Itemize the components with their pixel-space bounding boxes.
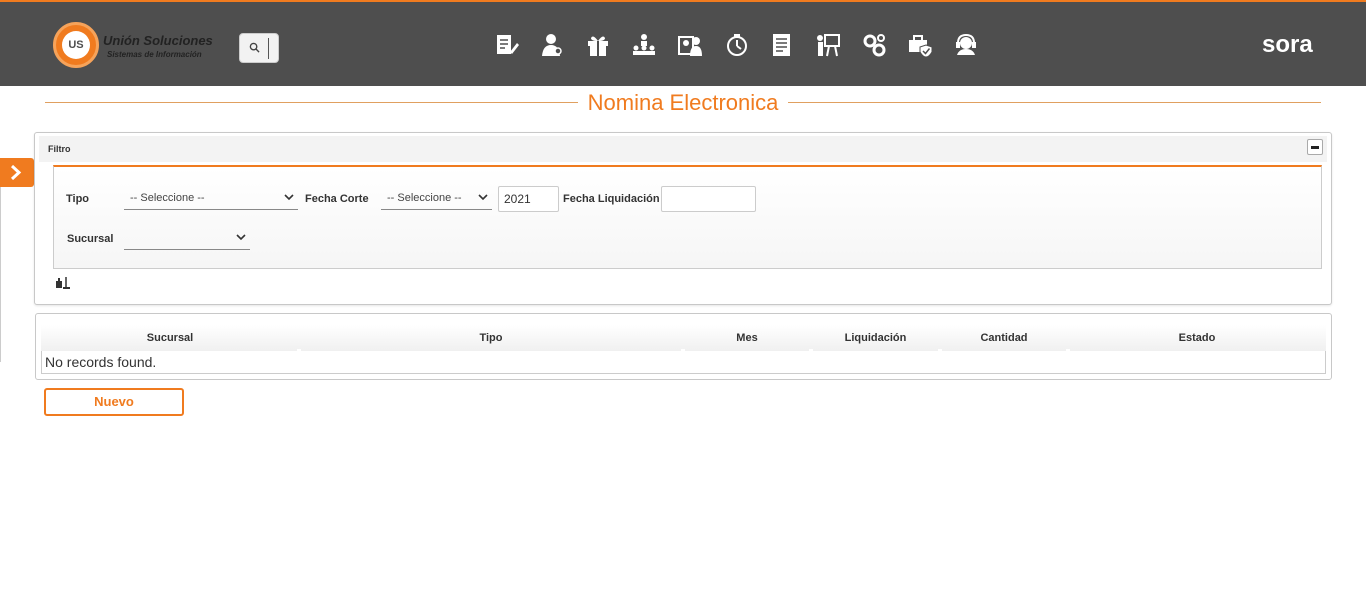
sidebar-edge bbox=[0, 187, 1, 362]
clear-filter-icon[interactable] bbox=[55, 275, 71, 291]
column-header-estado[interactable]: Estado bbox=[1068, 325, 1326, 351]
org-chart-icon[interactable] bbox=[631, 32, 657, 58]
tipo-label: Tipo bbox=[66, 193, 90, 205]
brand-name: sora bbox=[1262, 32, 1313, 58]
tipo-select-value: -- Seleccione -- bbox=[130, 192, 205, 204]
collapse-button[interactable] bbox=[1307, 139, 1323, 155]
logo-tagline: Sistemas de Información bbox=[107, 50, 202, 59]
logo-monogram: US bbox=[62, 31, 90, 59]
sora-brand-logo: sora bbox=[1262, 31, 1336, 58]
fecha-corte-label: Fecha Corte bbox=[305, 193, 369, 205]
report-icon[interactable] bbox=[769, 32, 795, 58]
page-title-bar: Nomina Electronica bbox=[45, 90, 1321, 116]
filter-panel-title: Filtro bbox=[48, 144, 71, 154]
column-header-mes[interactable]: Mes bbox=[683, 325, 811, 351]
search-button[interactable] bbox=[239, 33, 279, 63]
column-header-tipo[interactable]: Tipo bbox=[299, 325, 683, 351]
fecha-liquidacion-input[interactable] bbox=[661, 186, 756, 212]
column-header-cantidad[interactable]: Cantidad bbox=[940, 325, 1068, 351]
id-card-icon[interactable] bbox=[677, 32, 703, 58]
sucursal-label: Sucursal bbox=[67, 233, 114, 245]
medical-bag-icon[interactable] bbox=[907, 32, 933, 58]
settings-gears-icon[interactable] bbox=[861, 32, 887, 58]
gift-icon[interactable] bbox=[585, 32, 611, 58]
document-edit-icon[interactable] bbox=[493, 32, 519, 58]
empty-message: No records found. bbox=[45, 354, 157, 370]
union-soluciones-logo[interactable]: US Unión Soluciones Sistemas de Informac… bbox=[53, 22, 233, 70]
filter-panel: Filtro Tipo -- Seleccione -- Fecha Corte… bbox=[34, 132, 1332, 305]
table-row-empty: No records found. bbox=[41, 351, 1326, 374]
logo-name: Unión Soluciones bbox=[103, 33, 213, 48]
chevron-right-icon bbox=[10, 165, 22, 180]
year-input[interactable]: 2021 bbox=[498, 186, 559, 212]
column-header-liquidacion[interactable]: Liquidación bbox=[811, 325, 940, 351]
filter-panel-header: Filtro bbox=[39, 136, 1327, 162]
page-title: Nomina Electronica bbox=[587, 90, 779, 115]
sucursal-select[interactable] bbox=[124, 226, 250, 250]
chevron-down-icon bbox=[284, 194, 294, 201]
chevron-down-icon bbox=[478, 194, 488, 201]
tipo-select[interactable]: -- Seleccione -- bbox=[124, 186, 298, 210]
training-icon[interactable] bbox=[815, 32, 841, 58]
employee-icon[interactable] bbox=[539, 32, 565, 58]
search-icon bbox=[249, 42, 260, 53]
logo-circle: US bbox=[53, 22, 99, 68]
fecha-corte-select[interactable]: -- Seleccione -- bbox=[381, 186, 492, 210]
chevron-down-icon bbox=[236, 234, 246, 241]
timer-icon[interactable] bbox=[723, 32, 749, 58]
new-button[interactable]: Nuevo bbox=[44, 388, 184, 416]
search-caret bbox=[268, 38, 269, 59]
filter-form: Tipo -- Seleccione -- Fecha Corte -- Sel… bbox=[53, 165, 1322, 269]
top-navigation-bar: US Unión Soluciones Sistemas de Informac… bbox=[0, 0, 1366, 86]
column-header-sucursal[interactable]: Sucursal bbox=[41, 325, 299, 351]
nomina-table: Sucursal Tipo Mes Liquidación Cantidad E… bbox=[35, 313, 1332, 380]
sidebar-toggle-button[interactable] bbox=[0, 158, 34, 187]
support-agent-icon[interactable] bbox=[953, 32, 979, 58]
table-header: Sucursal Tipo Mes Liquidación Cantidad E… bbox=[41, 325, 1326, 351]
fecha-corte-select-value: -- Seleccione -- bbox=[387, 192, 462, 204]
fecha-liquidacion-label: Fecha Liquidación bbox=[563, 193, 660, 205]
